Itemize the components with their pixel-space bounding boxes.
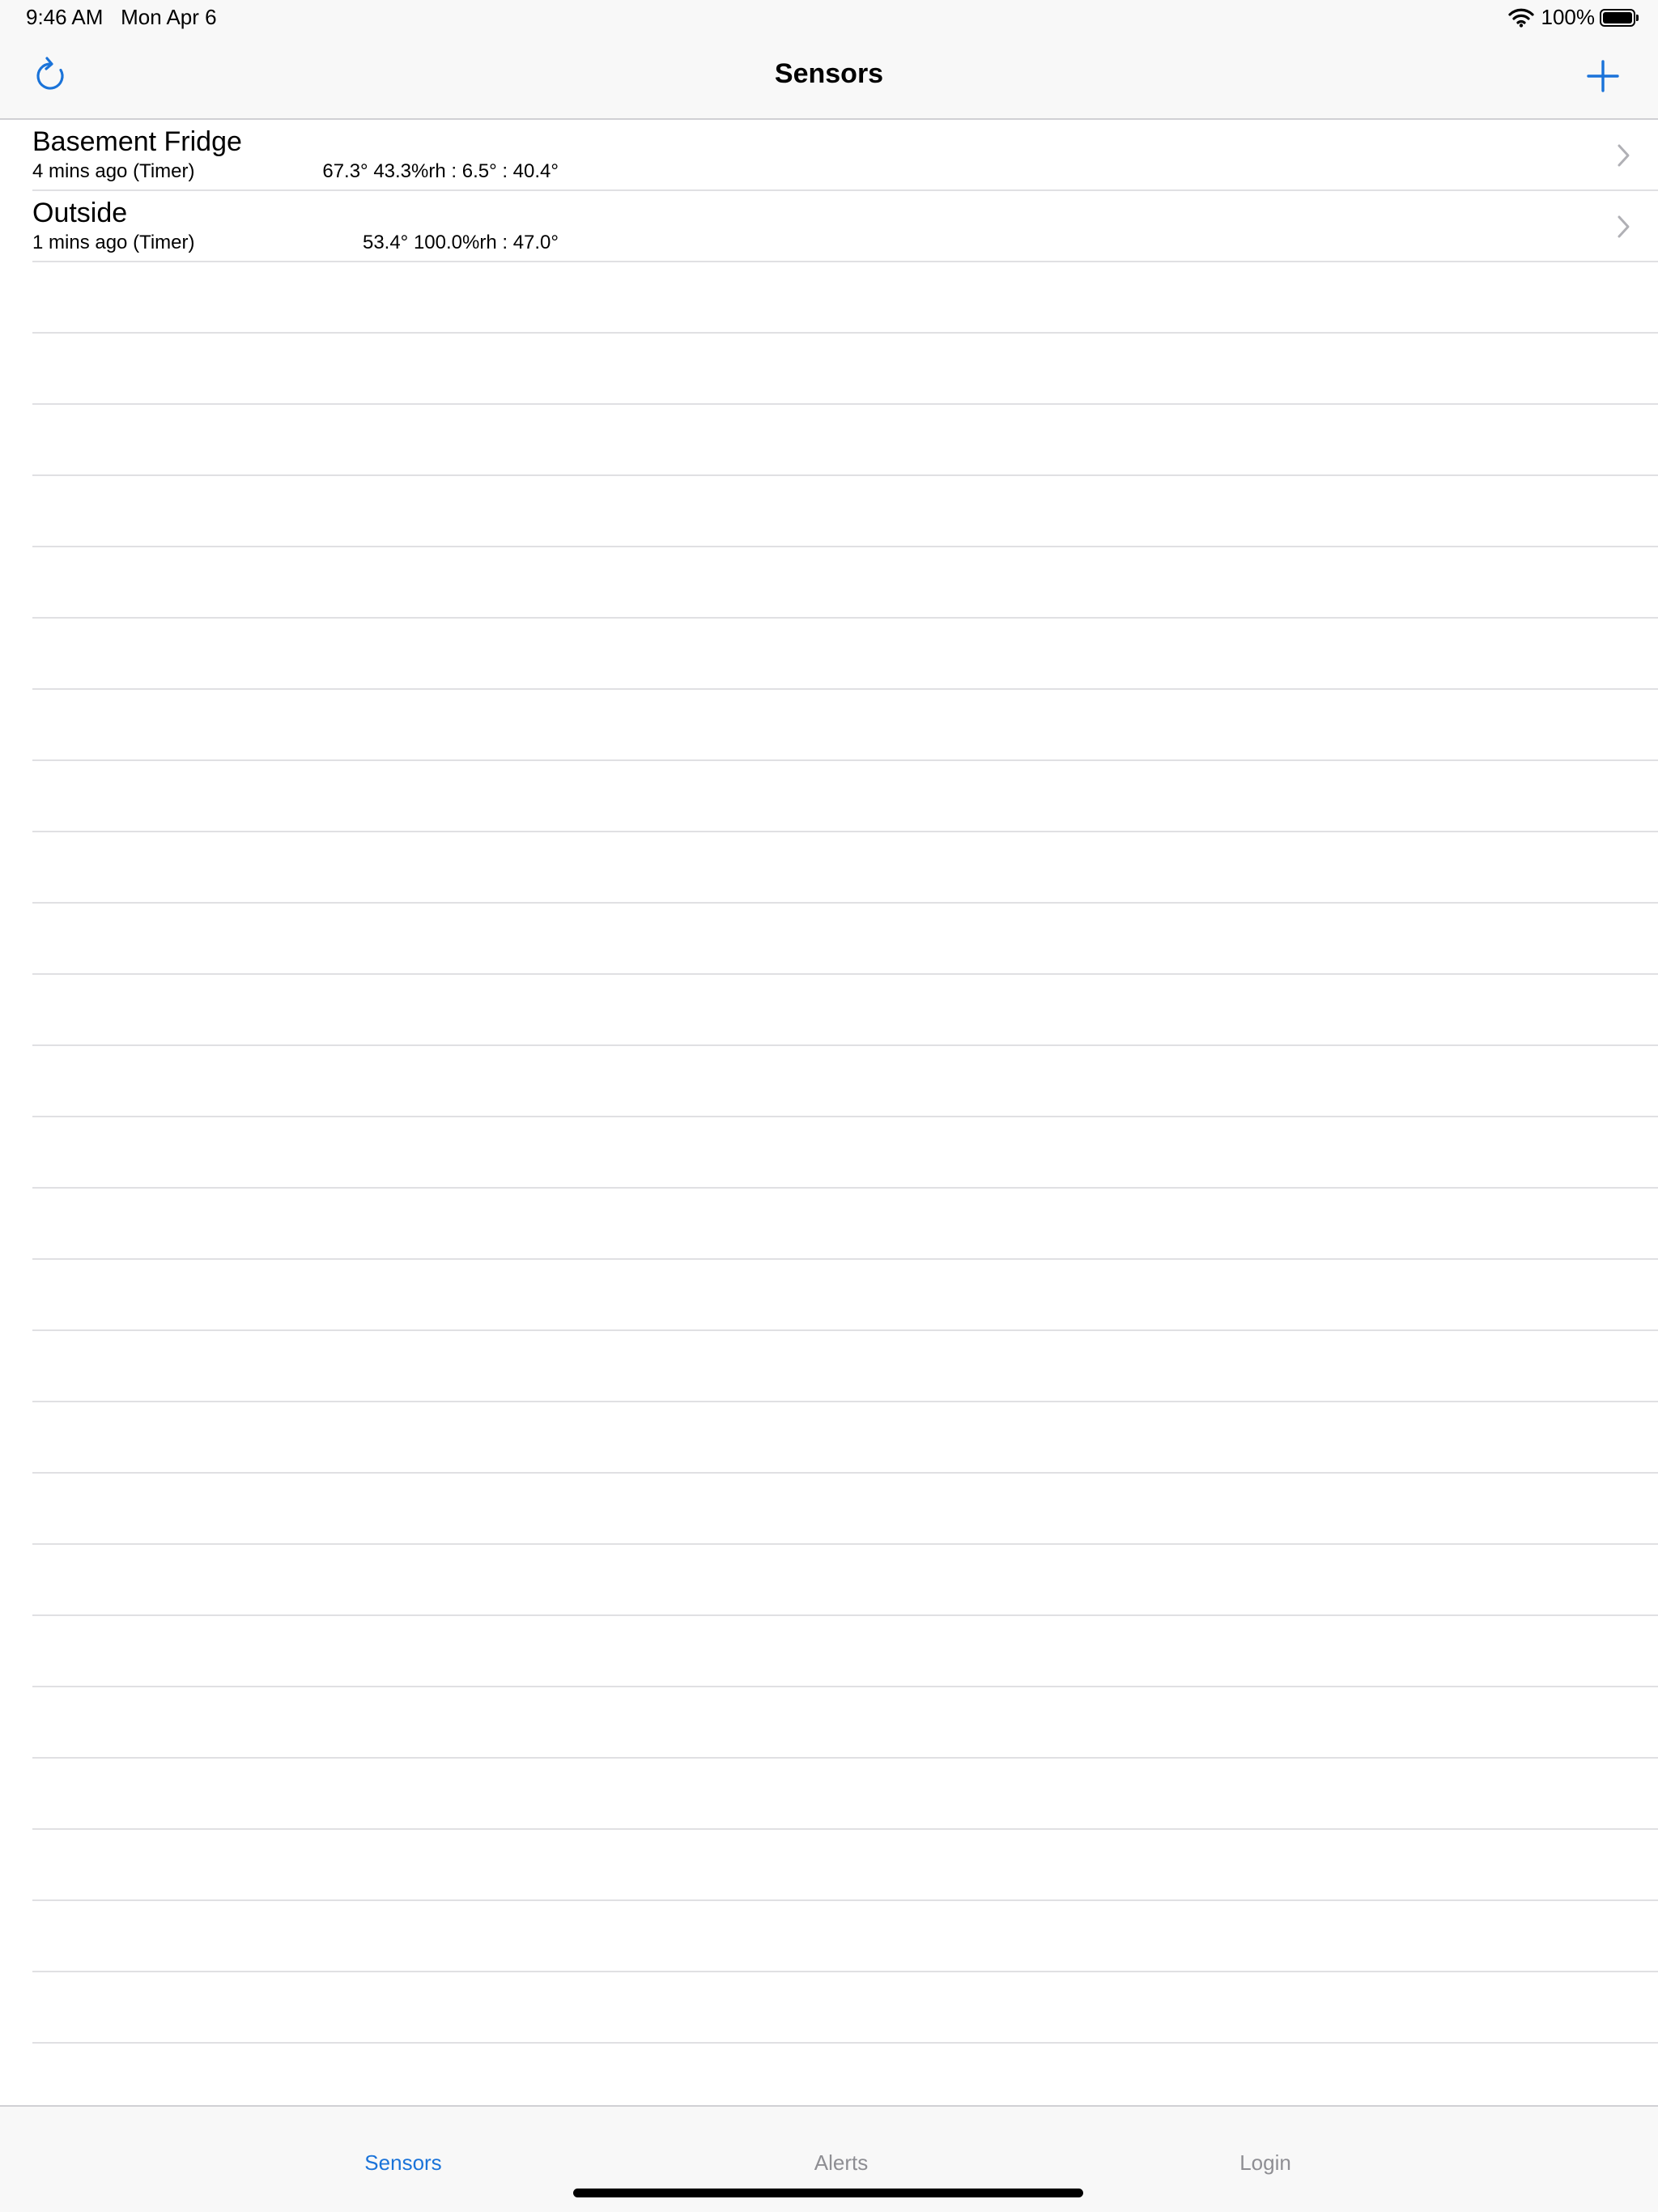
empty-list-row: [32, 1830, 1658, 1901]
status-date: Mon Apr 6: [121, 5, 217, 29]
empty-list-row: [32, 1972, 1658, 2044]
empty-list-row: [32, 832, 1658, 904]
page-title: Sensors: [774, 58, 884, 89]
tab-login[interactable]: Login: [1239, 2150, 1291, 2176]
empty-list-row: [32, 975, 1658, 1046]
wifi-icon: [1507, 8, 1534, 28]
tab-alerts[interactable]: Alerts: [814, 2150, 868, 2176]
sensor-name: Outside: [32, 198, 128, 228]
tab-sensors[interactable]: Sensors: [364, 2150, 441, 2176]
status-time-date: 9:46 AM Mon Apr 6: [26, 5, 217, 30]
empty-list-row: [32, 1046, 1658, 1117]
empty-list-row: [32, 619, 1658, 690]
plus-icon: [1587, 60, 1619, 92]
sensor-updated: 4 mins ago (Timer): [32, 160, 195, 182]
empty-list-row: [32, 1474, 1658, 1545]
empty-list-row: [32, 690, 1658, 761]
empty-list-row: [32, 904, 1658, 975]
empty-list-row: [32, 1616, 1658, 1687]
empty-list-row: [32, 1402, 1658, 1474]
empty-list-row: [32, 1189, 1658, 1260]
empty-list-row: [32, 1117, 1658, 1189]
sensor-list: Basement Fridge 4 mins ago (Timer) 67.3°…: [0, 120, 1658, 2044]
sensor-row-outside[interactable]: Outside 1 mins ago (Timer) 53.4° 100.0%r…: [32, 191, 1658, 262]
sensor-readings: 67.3° 43.3%rh : 6.5° : 40.4°: [322, 160, 559, 182]
empty-list-row: [32, 1545, 1658, 1616]
status-bar: 9:46 AM Mon Apr 6 100%: [0, 0, 1658, 37]
empty-list-row: [32, 405, 1658, 476]
home-indicator: [573, 2189, 1083, 2197]
empty-list-row: [32, 1901, 1658, 1972]
battery-icon: [1600, 8, 1639, 27]
empty-list-row: [32, 1759, 1658, 1830]
sensor-updated: 1 mins ago (Timer): [32, 232, 195, 253]
chevron-right-icon: [1618, 144, 1630, 167]
status-indicators: 100%: [1507, 5, 1639, 30]
empty-list-row: [32, 1687, 1658, 1759]
navigation-bar: Sensors: [0, 37, 1658, 120]
chevron-right-icon: [1618, 215, 1630, 238]
empty-list-row: [32, 1260, 1658, 1331]
empty-list-row: [32, 547, 1658, 619]
empty-list-row: [32, 476, 1658, 547]
sensor-row-basement-fridge[interactable]: Basement Fridge 4 mins ago (Timer) 67.3°…: [32, 120, 1658, 191]
battery-percent: 100%: [1541, 5, 1596, 29]
empty-list-row: [32, 262, 1658, 334]
empty-rows: [0, 262, 1658, 2044]
empty-list-row: [32, 1331, 1658, 1402]
add-sensor-button[interactable]: [1580, 53, 1626, 99]
status-time: 9:46 AM: [26, 5, 104, 29]
sensor-name: Basement Fridge: [32, 126, 242, 157]
empty-list-row: [32, 334, 1658, 405]
empty-list-row: [32, 761, 1658, 832]
sensor-readings: 53.4° 100.0%rh : 47.0°: [362, 232, 559, 253]
